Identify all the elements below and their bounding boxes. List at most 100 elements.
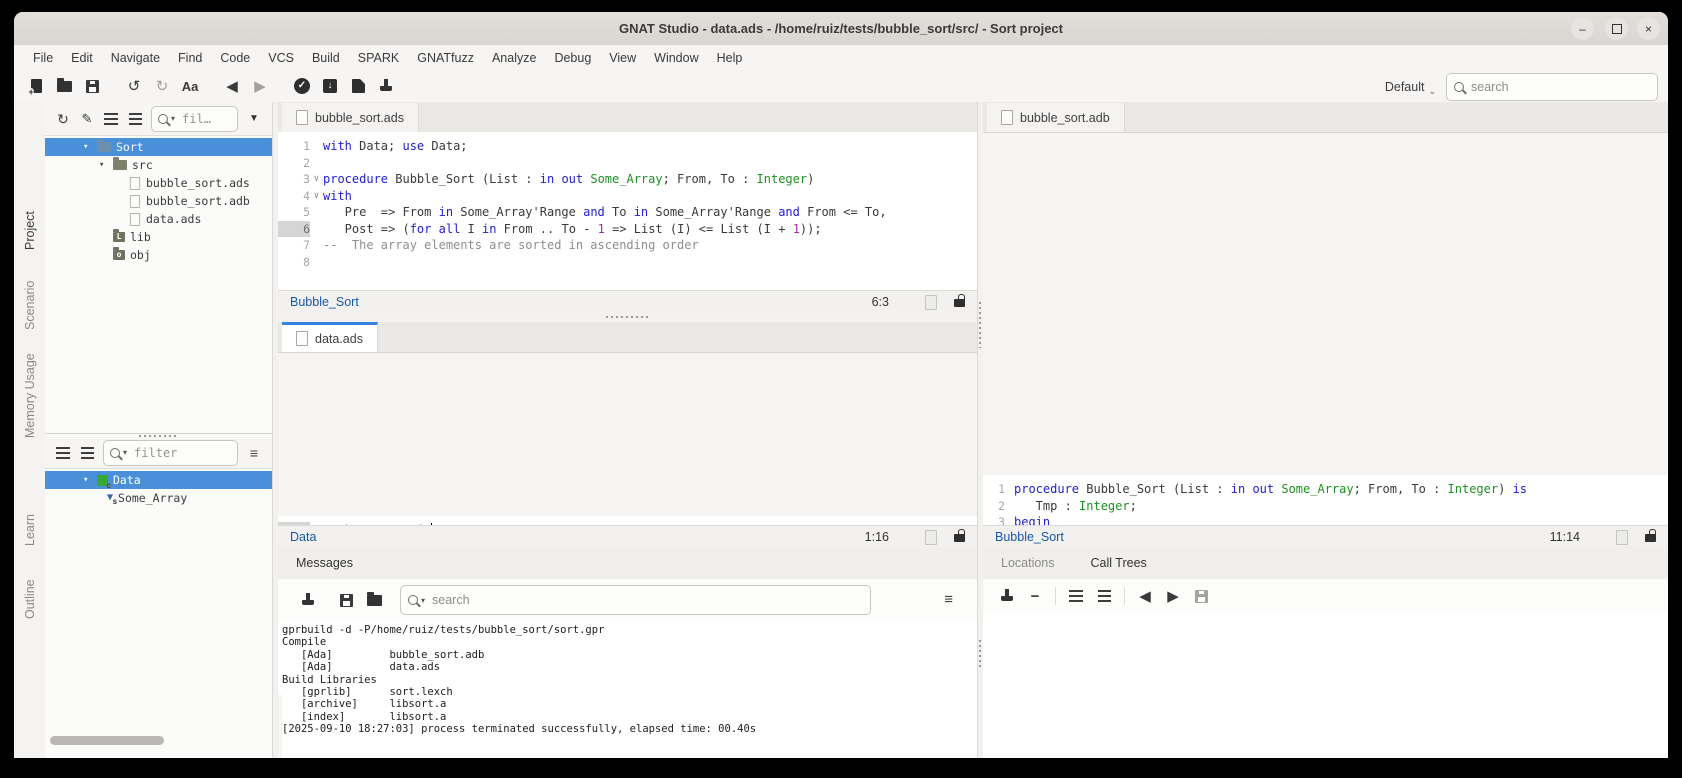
- editor-bubble-sort-ads[interactable]: 1with Data; use Data;23∨procedure Bubble…: [278, 132, 977, 296]
- line-number[interactable]: 2: [983, 498, 1005, 515]
- menu-window[interactable]: Window: [645, 51, 707, 65]
- collapse-all-button[interactable]: [51, 441, 75, 465]
- menu-file[interactable]: File: [24, 51, 62, 65]
- tab-call-trees[interactable]: Call Trees: [1073, 556, 1165, 570]
- scope-link[interactable]: Data: [290, 530, 316, 544]
- splitter-handle[interactable]: [979, 640, 981, 670]
- unlocked-icon[interactable]: [954, 534, 965, 542]
- expand-all-button[interactable]: [1091, 583, 1117, 609]
- navigate-back-button[interactable]: ◀: [219, 73, 245, 99]
- tab-bubble-sort-ads[interactable]: bubble_sort.ads: [282, 103, 419, 132]
- open-file-button[interactable]: [51, 73, 77, 99]
- history-back-button[interactable]: ◀: [1132, 583, 1158, 609]
- line-number[interactable]: 6: [278, 221, 310, 238]
- navigate-forward-button[interactable]: ▶: [247, 73, 273, 99]
- outline-item-data[interactable]: ▾Data: [45, 471, 272, 489]
- prove-button[interactable]: [345, 73, 371, 99]
- menu-analyze[interactable]: Analyze: [483, 51, 545, 65]
- line-number[interactable]: 2: [278, 155, 310, 172]
- tree-item-Sort[interactable]: ▾Sort: [45, 138, 272, 156]
- remove-button[interactable]: −: [1022, 583, 1048, 609]
- line-number[interactable]: 1: [983, 481, 1005, 498]
- undo-button[interactable]: ↺: [121, 73, 147, 99]
- menu-help[interactable]: Help: [708, 51, 752, 65]
- history-forward-button[interactable]: ▶: [1160, 583, 1186, 609]
- project-filter-input[interactable]: [180, 111, 231, 127]
- expander-icon[interactable]: ▾: [99, 160, 113, 170]
- save-tree-button[interactable]: [1188, 583, 1214, 609]
- save-button[interactable]: [79, 73, 105, 99]
- unlocked-icon[interactable]: [1645, 534, 1656, 542]
- side-tab-scenario[interactable]: Scenario: [23, 281, 37, 330]
- build-console[interactable]: gprbuild -d -P/home/ruiz/tests/bubble_so…: [282, 624, 977, 758]
- minimize-button[interactable]: –: [1571, 17, 1594, 40]
- refresh-button[interactable]: ↻: [51, 107, 75, 131]
- side-tab-learn[interactable]: Learn: [23, 514, 37, 546]
- expand-all-button[interactable]: [75, 441, 99, 465]
- edit-project-button[interactable]: ✎: [75, 107, 99, 131]
- tab-locations[interactable]: Locations: [983, 556, 1073, 570]
- expand-all-button[interactable]: [123, 107, 147, 131]
- multi-cursor-button[interactable]: Aa: [177, 73, 203, 99]
- save-console-button[interactable]: [333, 587, 359, 613]
- expander-icon[interactable]: ▾: [83, 142, 97, 152]
- tree-item-data-ads[interactable]: data.ads: [45, 210, 272, 228]
- tree-item-obj[interactable]: oobj: [45, 246, 272, 264]
- close-button[interactable]: ×: [1637, 17, 1660, 40]
- menu-build[interactable]: Build: [303, 51, 349, 65]
- perspective-selector[interactable]: Default: [1385, 80, 1425, 94]
- calltrees-content[interactable]: [983, 613, 1668, 758]
- tab-messages[interactable]: Messages: [278, 556, 371, 570]
- fold-icon[interactable]: ∨: [310, 188, 323, 205]
- clean-button[interactable]: [373, 73, 399, 99]
- line-number[interactable]: 7: [278, 237, 310, 254]
- collapse-all-button[interactable]: [1063, 583, 1089, 609]
- build-install-button[interactable]: ↓: [317, 73, 343, 99]
- side-tab-project[interactable]: Project: [23, 211, 37, 250]
- expander-icon[interactable]: ▾: [83, 475, 97, 485]
- line-number[interactable]: 5: [278, 204, 310, 221]
- splitter-handle[interactable]: [979, 302, 981, 348]
- menu-debug[interactable]: Debug: [545, 51, 600, 65]
- clear-button[interactable]: [994, 583, 1020, 609]
- messages-search-input[interactable]: [430, 592, 863, 608]
- horizontal-scrollbar-thumb[interactable]: [50, 736, 164, 745]
- outline-filter-input[interactable]: [132, 445, 231, 461]
- maximize-button[interactable]: [1605, 17, 1628, 40]
- tree-item-src[interactable]: ▾src: [45, 156, 272, 174]
- tree-item-bubble_sort-adb[interactable]: bubble_sort.adb: [45, 192, 272, 210]
- tree-item-bubble_sort-ads[interactable]: bubble_sort.ads: [45, 174, 272, 192]
- new-file-button[interactable]: [23, 73, 49, 99]
- global-search-input[interactable]: [1469, 79, 1650, 95]
- unlocked-icon[interactable]: [954, 299, 965, 307]
- menu-spark[interactable]: SPARK: [349, 51, 408, 65]
- redo-button[interactable]: ↻: [149, 73, 175, 99]
- outline-item-some_array[interactable]: ▼Some_Array: [45, 489, 272, 507]
- build-all-button[interactable]: ✓: [289, 73, 315, 99]
- load-console-button[interactable]: [361, 587, 387, 613]
- menu-vcs[interactable]: VCS: [259, 51, 303, 65]
- tab-bubble-sort-adb[interactable]: bubble_sort.adb: [987, 103, 1125, 132]
- line-number[interactable]: 8: [278, 254, 310, 271]
- line-number[interactable]: 1: [278, 138, 310, 155]
- scope-link[interactable]: Bubble_Sort: [995, 530, 1064, 544]
- panel-menu-button[interactable]: ≡: [242, 441, 266, 465]
- line-number[interactable]: 3: [278, 171, 310, 188]
- messages-menu-button[interactable]: ≡: [944, 591, 953, 609]
- collapse-all-button[interactable]: [99, 107, 123, 131]
- side-tab-outline[interactable]: Outline: [23, 579, 37, 619]
- tree-item-lib[interactable]: Llib: [45, 228, 272, 246]
- menu-gnatfuzz[interactable]: GNATfuzz: [408, 51, 483, 65]
- tab-data-ads[interactable]: data.ads: [282, 322, 378, 352]
- menu-edit[interactable]: Edit: [62, 51, 102, 65]
- side-tab-memory-usage[interactable]: Memory Usage: [23, 353, 37, 438]
- panel-menu-button[interactable]: ▼: [242, 107, 266, 131]
- menu-view[interactable]: View: [600, 51, 645, 65]
- line-number[interactable]: 4: [278, 188, 310, 205]
- scope-link[interactable]: Bubble_Sort: [290, 295, 359, 309]
- clear-console-button[interactable]: [295, 587, 321, 613]
- menu-find[interactable]: Find: [169, 51, 211, 65]
- editor-hsplitter[interactable]: [278, 312, 977, 322]
- menu-navigate[interactable]: Navigate: [102, 51, 169, 65]
- title-bar[interactable]: GNAT Studio - data.ads - /home/ruiz/test…: [14, 12, 1668, 46]
